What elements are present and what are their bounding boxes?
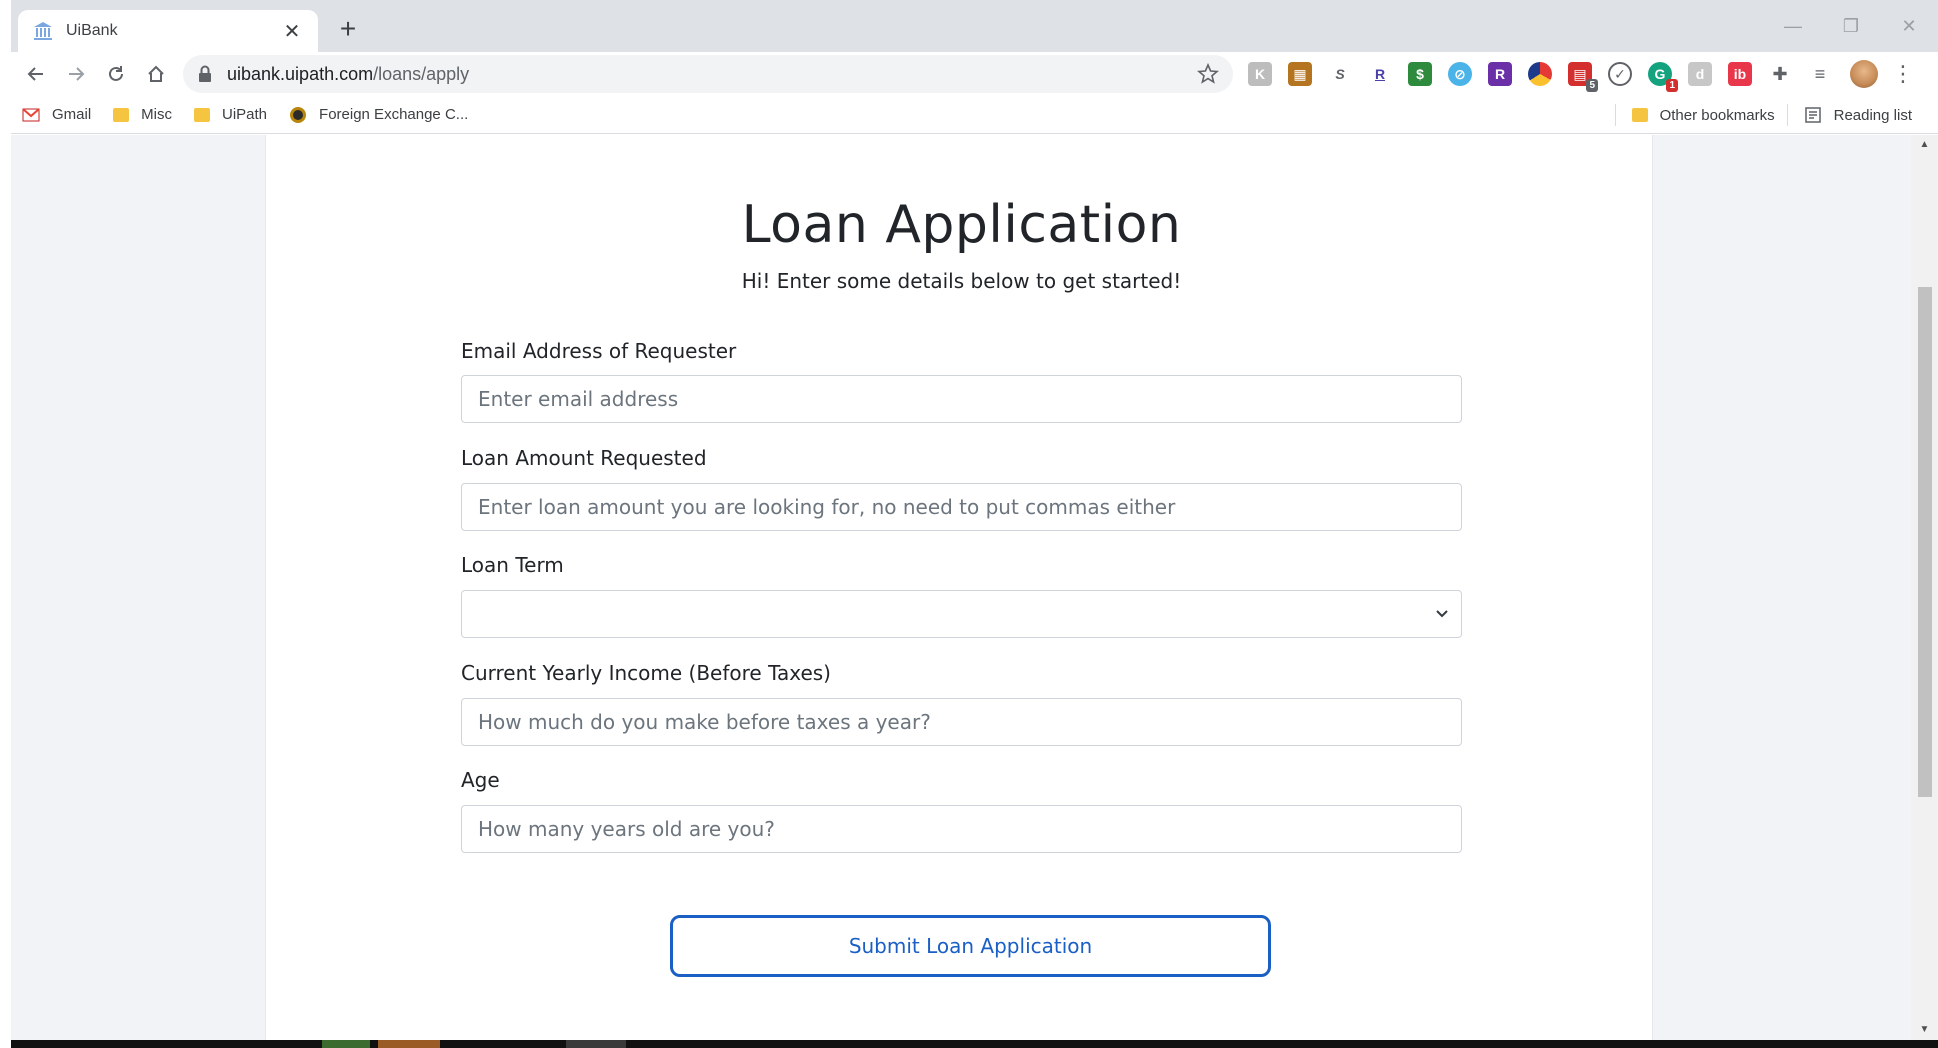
extension-color-icon[interactable] [1528, 62, 1552, 86]
loan-term-label: Loan Term [461, 553, 564, 577]
taskbar-item[interactable] [566, 1040, 626, 1048]
bookmark-star-icon[interactable] [1197, 63, 1219, 85]
bookmark-label: Foreign Exchange C... [319, 106, 469, 123]
forward-button[interactable] [56, 54, 96, 94]
grammarly-badge: 1 [1666, 79, 1678, 92]
email-label: Email Address of Requester [461, 339, 737, 363]
url-host: uibank.uipath.com [227, 63, 374, 84]
reading-list-label: Reading list [1833, 106, 1912, 124]
folder-icon [113, 107, 130, 122]
folder-icon [194, 107, 210, 122]
chevron-down-icon [1436, 610, 1448, 618]
extension-link-icon[interactable]: ⊘ [1448, 62, 1472, 86]
close-tab-icon[interactable]: ✕ [280, 19, 304, 44]
scroll-up-icon[interactable]: ▲ [1911, 135, 1938, 155]
extension-chart-icon[interactable]: ▦ [1288, 62, 1312, 86]
bookmarks-right: Other bookmarks Reading list [1603, 96, 1938, 134]
url-path: /loans/apply [373, 63, 470, 84]
loan-term-select[interactable] [461, 590, 1462, 638]
bookmarks-bar: Gmail Misc UiPath Foreign Exchange C... … [0, 96, 1938, 134]
divider [1614, 104, 1616, 126]
income-label: Current Yearly Income (Before Taxes) [461, 661, 831, 685]
bookmark-uipath[interactable]: UiPath [194, 106, 267, 123]
globe-icon [290, 106, 307, 123]
folder-icon [1631, 108, 1648, 122]
close-window-icon[interactable]: ✕ [1880, 0, 1938, 52]
gmail-icon [22, 107, 40, 121]
home-icon [148, 65, 164, 82]
browser-menu-icon[interactable]: ⋮ [1892, 63, 1914, 85]
extension-script-icon[interactable]: R [1488, 62, 1512, 86]
loan-application-form: Loan Application Hi! Enter some details … [461, 195, 1462, 853]
taskbar-item[interactable] [378, 1040, 440, 1048]
extension-d-icon[interactable]: d [1688, 62, 1712, 86]
minimize-icon[interactable]: — [1764, 0, 1822, 52]
extensions-puzzle-icon[interactable]: ✚ [1768, 62, 1792, 86]
bookmark-foreign-exchange[interactable]: Foreign Exchange C... [289, 106, 468, 124]
extension-check-icon[interactable]: ✓ [1608, 62, 1632, 86]
bookmark-misc[interactable]: Misc [113, 106, 172, 123]
extension-r-icon[interactable]: R [1368, 62, 1392, 86]
media-queue-icon[interactable]: ≡ [1808, 62, 1832, 86]
reading-list[interactable]: Reading list [1804, 106, 1912, 124]
profile-avatar[interactable] [1850, 60, 1878, 88]
scrollbar-thumb[interactable] [1918, 287, 1932, 797]
age-field[interactable]: How many years old are you? [461, 805, 1462, 853]
bookmark-label: UiPath [222, 106, 268, 123]
browser-toolbar: uibank.uipath.com/loans/apply K ▦ S R $ … [0, 52, 1938, 96]
extension-dollar-icon[interactable]: $ [1408, 62, 1432, 86]
calendar-badge: 5 [1586, 79, 1598, 92]
other-bookmarks-label: Other bookmarks [1659, 106, 1775, 124]
arrow-left-icon [27, 67, 43, 81]
lock-icon [199, 65, 211, 82]
income-field[interactable]: How much do you make before taxes a year… [461, 698, 1462, 746]
page-body: Loan Application Hi! Enter some details … [11, 135, 1911, 1040]
age-label: Age [461, 768, 500, 792]
email-field[interactable]: Enter email address [461, 375, 1462, 423]
window-controls: — ❐ ✕ [1764, 0, 1938, 52]
bookmark-label: Gmail [52, 106, 92, 123]
reload-icon [109, 66, 123, 81]
new-tab-button[interactable]: + [332, 14, 364, 46]
home-button[interactable] [136, 54, 176, 94]
scroll-down-icon[interactable]: ▼ [1911, 1020, 1938, 1040]
reading-list-icon [1804, 107, 1821, 123]
submit-loan-application-button[interactable]: Submit Loan Application [670, 915, 1271, 977]
loan-amount-field[interactable]: Enter loan amount you are looking for, n… [461, 483, 1462, 531]
extensions-row: K ▦ S R $ ⊘ R ▤ 5 ✓ G1 d ib ✚ ≡ ⋮ [1248, 60, 1914, 92]
page-scrollbar[interactable]: ▲ ▼ [1911, 135, 1938, 1040]
restore-icon[interactable]: ❐ [1822, 0, 1880, 52]
divider [1786, 104, 1788, 126]
extension-s-icon[interactable]: S [1328, 62, 1352, 86]
page-title: Loan Application [741, 195, 1182, 255]
bank-icon [34, 22, 52, 40]
bookmark-gmail[interactable]: Gmail [22, 106, 91, 124]
taskbar [0, 1040, 1938, 1048]
bookmark-label: Misc [141, 106, 172, 123]
extension-calendar-icon[interactable]: ▤ 5 [1568, 62, 1598, 92]
loan-amount-label: Loan Amount Requested [461, 446, 707, 470]
window-edge [0, 0, 11, 1048]
back-button[interactable] [16, 54, 56, 94]
tab-strip: UiBank ✕ + — ❐ ✕ [0, 0, 1938, 52]
tab-title: UiBank [66, 22, 118, 39]
page-subtitle: Hi! Enter some details below to get star… [741, 269, 1182, 293]
extension-k-icon[interactable]: K [1248, 62, 1272, 86]
grammarly-icon[interactable]: G1 [1648, 62, 1678, 92]
address-bar[interactable]: uibank.uipath.com/loans/apply [183, 55, 1233, 93]
taskbar-item[interactable] [322, 1040, 370, 1048]
reload-button[interactable] [96, 54, 136, 94]
tab-uibank[interactable]: UiBank ✕ [18, 10, 318, 52]
other-bookmarks[interactable]: Other bookmarks [1631, 106, 1775, 124]
arrow-right-icon [69, 67, 85, 81]
extension-ib-icon[interactable]: ib [1728, 62, 1752, 86]
content-card: Loan Application Hi! Enter some details … [265, 135, 1653, 1040]
